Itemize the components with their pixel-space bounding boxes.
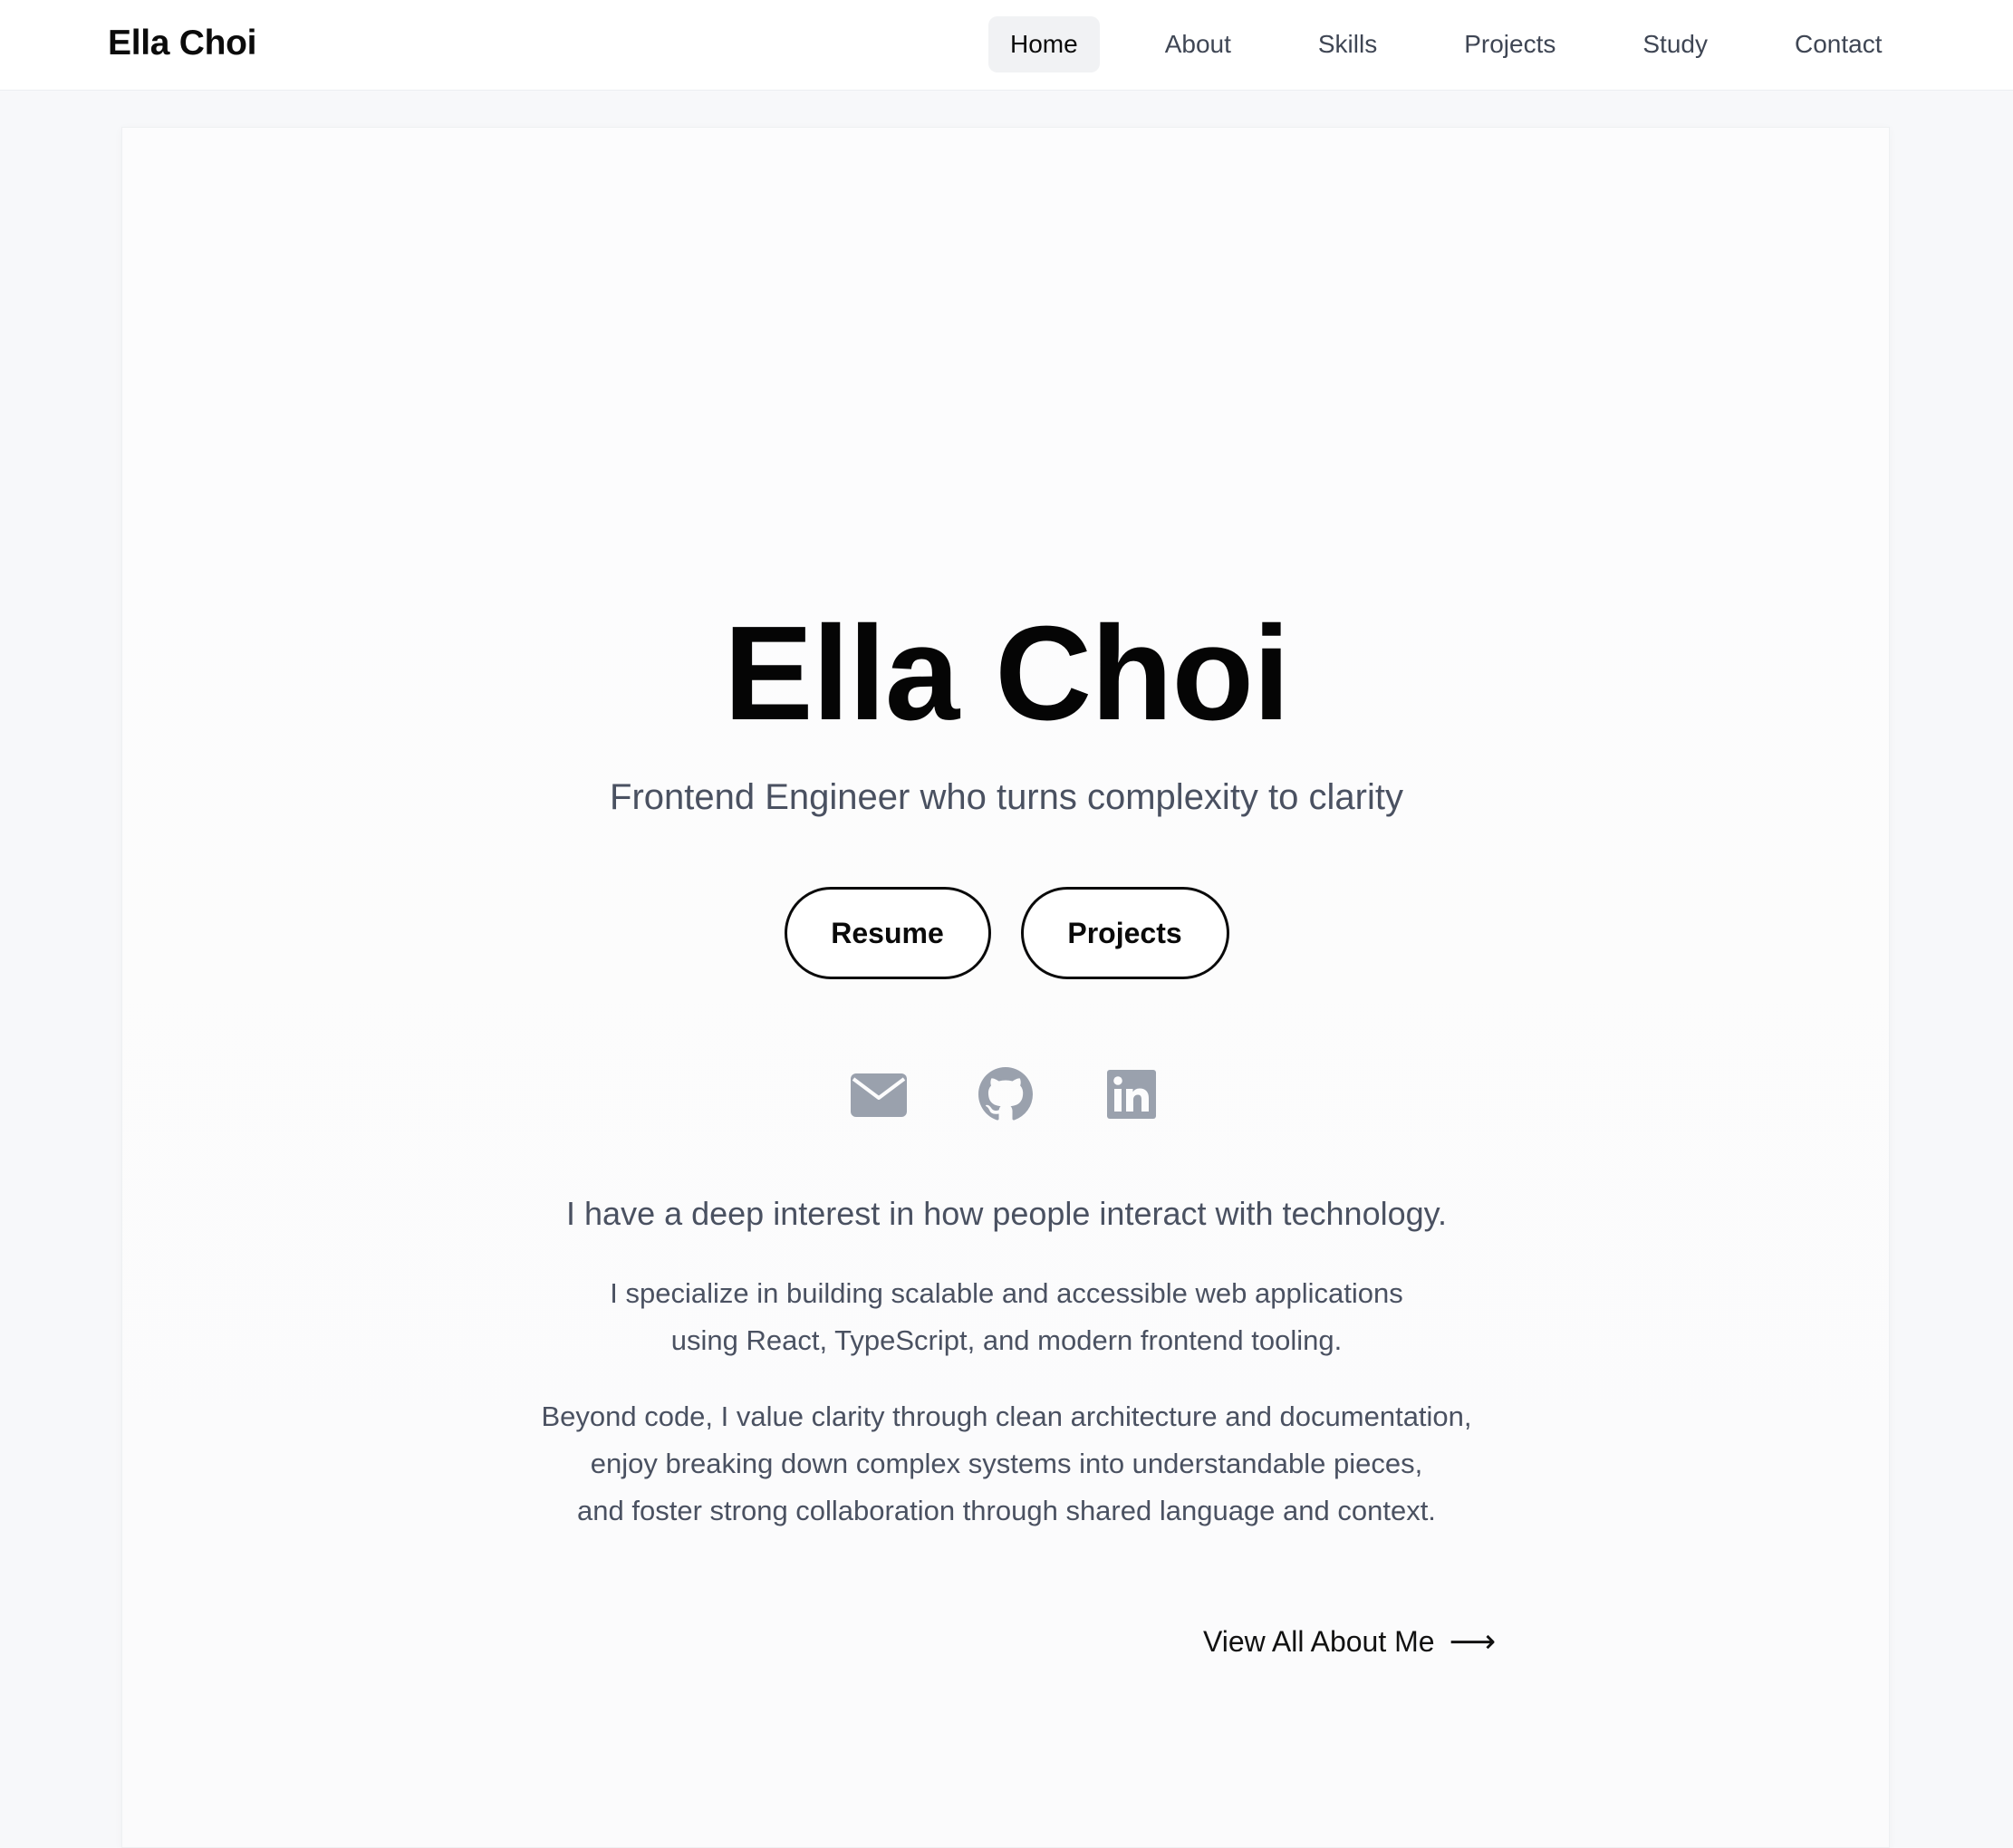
arrow-right-icon: ⟶ xyxy=(1449,1622,1497,1660)
top-navbar: Ella Choi Home About Skills Projects Stu… xyxy=(0,0,2013,91)
about-paragraph-1: I specialize in building scalable and ac… xyxy=(0,1270,2013,1364)
hero-card xyxy=(121,127,1890,1848)
hero-title: Ella Choi xyxy=(723,599,1290,748)
view-all-about-link[interactable]: View All About Me ⟶ xyxy=(1203,1625,1496,1659)
nav-item-study[interactable]: Study xyxy=(1621,16,1729,72)
nav-item-about[interactable]: About xyxy=(1143,16,1253,72)
about-paragraph-1-line-2: using React, TypeScript, and modern fron… xyxy=(670,1324,1343,1356)
resume-button[interactable]: Resume xyxy=(784,887,991,979)
nav-item-projects[interactable]: Projects xyxy=(1442,16,1577,72)
hero-subtitle: Frontend Engineer who turns complexity t… xyxy=(610,777,1403,817)
about-paragraph-2-line-2: enjoy breaking down complex systems into… xyxy=(590,1448,1423,1479)
nav-item-contact[interactable]: Contact xyxy=(1773,16,1904,72)
view-all-about-label: View All About Me xyxy=(1203,1625,1435,1658)
main-nav: Home About Skills Projects Study Contact xyxy=(988,16,1903,72)
linkedin-icon[interactable] xyxy=(1107,1070,1156,1119)
about-paragraph-2-line-3: and foster strong collaboration through … xyxy=(577,1495,1436,1526)
about-paragraph-2: Beyond code, I value clarity through cle… xyxy=(0,1393,2013,1535)
hero-button-row: Resume Projects xyxy=(0,887,2013,979)
mail-icon[interactable] xyxy=(851,1073,907,1117)
about-paragraph-1-line-1: I specialize in building scalable and ac… xyxy=(610,1277,1403,1309)
nav-item-home[interactable]: Home xyxy=(988,16,1100,72)
nav-item-skills[interactable]: Skills xyxy=(1296,16,1399,72)
social-links xyxy=(0,1067,2013,1121)
about-lead-text: I have a deep interest in how people int… xyxy=(566,1195,1447,1232)
github-icon[interactable] xyxy=(978,1067,1033,1121)
brand-logo[interactable]: Ella Choi xyxy=(108,24,256,63)
projects-button[interactable]: Projects xyxy=(1020,887,1229,979)
about-paragraph-2-line-1: Beyond code, I value clarity through cle… xyxy=(541,1400,1472,1432)
